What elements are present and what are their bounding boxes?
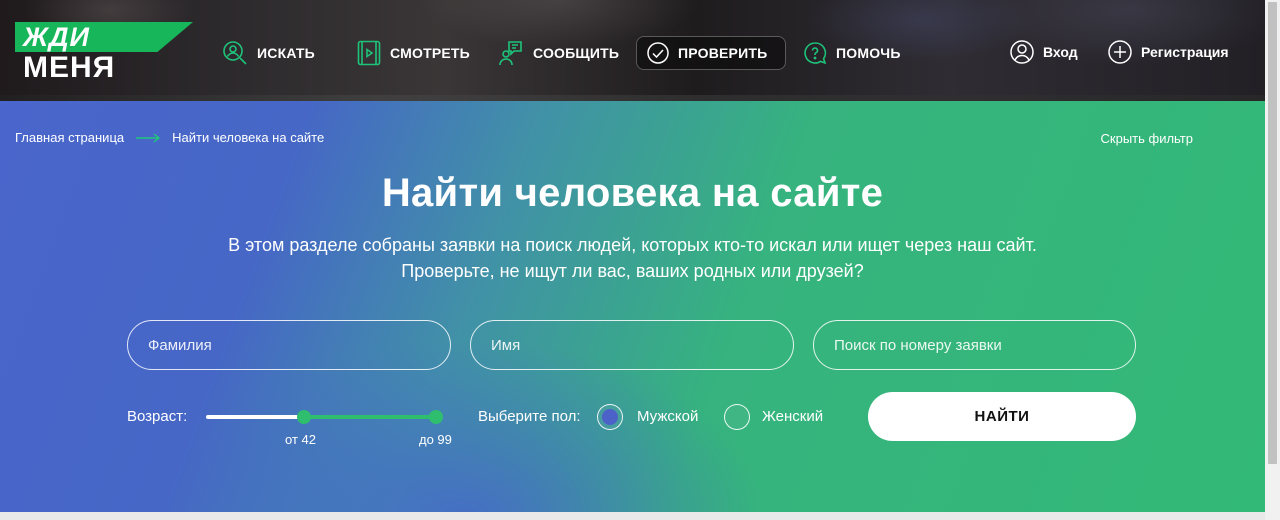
search-person-icon xyxy=(223,40,247,65)
logo-line-2: МЕНЯ xyxy=(23,51,116,84)
surname-input[interactable] xyxy=(127,320,451,370)
site-header: ЖДИ МЕНЯ ИСКАТЬ СМОТРЕТЬ СООБЩИТЬ ПРОВЕР… xyxy=(0,0,1265,101)
scrollbar-thumb[interactable] xyxy=(1268,2,1277,464)
nav-item-watch[interactable]: СМОТРЕТЬ xyxy=(357,36,470,70)
gender-male-label[interactable]: Мужской xyxy=(637,408,698,425)
logo-line-1: ЖДИ xyxy=(23,22,90,52)
search-filter-section: Главная страница Найти человека на сайте… xyxy=(0,101,1265,512)
nav-item-search[interactable]: ИСКАТЬ xyxy=(221,36,315,70)
find-button[interactable]: НАЙТИ xyxy=(868,392,1136,441)
gender-radio-male[interactable] xyxy=(597,404,623,430)
arrow-right-icon xyxy=(136,132,161,143)
plus-circle-icon xyxy=(1108,40,1132,64)
gender-label: Выберите пол: xyxy=(478,408,581,425)
nav-item-label: СМОТРЕТЬ xyxy=(390,45,470,61)
page: ЖДИ МЕНЯ ИСКАТЬ СМОТРЕТЬ СООБЩИТЬ ПРОВЕР… xyxy=(0,0,1265,512)
nav-item-check[interactable]: ПРОВЕРИТЬ xyxy=(636,36,787,70)
age-label: Возраст: xyxy=(127,408,188,425)
age-range-slider[interactable] xyxy=(206,410,443,424)
request-number-input[interactable] xyxy=(813,320,1136,370)
login-link[interactable]: Вход xyxy=(1010,38,1078,66)
login-label: Вход xyxy=(1043,44,1078,60)
nav-item-help[interactable]: ПОМОЧЬ xyxy=(803,36,901,70)
gender-female-label[interactable]: Женский xyxy=(762,408,823,425)
slider-selected-range xyxy=(303,415,436,419)
video-icon xyxy=(357,40,381,66)
subtitle-line-1: В этом разделе собраны заявки на поиск л… xyxy=(228,235,1037,255)
age-from-value: от 42 xyxy=(285,432,316,447)
slider-thumb-from[interactable] xyxy=(296,410,311,424)
nav-item-report[interactable]: СООБЩИТЬ xyxy=(498,36,619,70)
hide-filter-link[interactable]: Скрыть фильтр xyxy=(1101,131,1193,146)
register-label: Регистрация xyxy=(1141,44,1229,60)
vertical-scrollbar[interactable] xyxy=(1265,0,1280,520)
nav-item-label: ПОМОЧЬ xyxy=(836,45,901,61)
site-logo[interactable]: ЖДИ МЕНЯ xyxy=(15,22,193,84)
user-circle-icon xyxy=(1010,40,1034,64)
name-input[interactable] xyxy=(470,320,794,370)
message-person-icon xyxy=(499,40,522,65)
check-circle-icon xyxy=(647,42,669,64)
breadcrumb-home[interactable]: Главная страница xyxy=(15,130,124,145)
nav-item-label: ИСКАТЬ xyxy=(257,45,315,61)
page-title: Найти человека на сайте xyxy=(381,171,884,215)
page-subtitle: В этом разделе собраны заявки на поиск л… xyxy=(0,232,1265,284)
help-bubble-icon xyxy=(804,42,827,65)
nav-item-label: СООБЩИТЬ xyxy=(533,45,620,61)
breadcrumb: Главная страница Найти человека на сайте xyxy=(15,130,324,145)
slider-thumb-to[interactable] xyxy=(429,410,443,424)
gender-radio-female[interactable] xyxy=(724,404,750,430)
register-link[interactable]: Регистрация xyxy=(1108,38,1229,66)
nav-item-label: ПРОВЕРИТЬ xyxy=(678,45,768,61)
age-to-value: до 99 xyxy=(419,432,452,447)
breadcrumb-current: Найти человека на сайте xyxy=(172,130,325,145)
subtitle-line-2: Проверьте, не ищут ли вас, ваших родных … xyxy=(401,261,864,281)
